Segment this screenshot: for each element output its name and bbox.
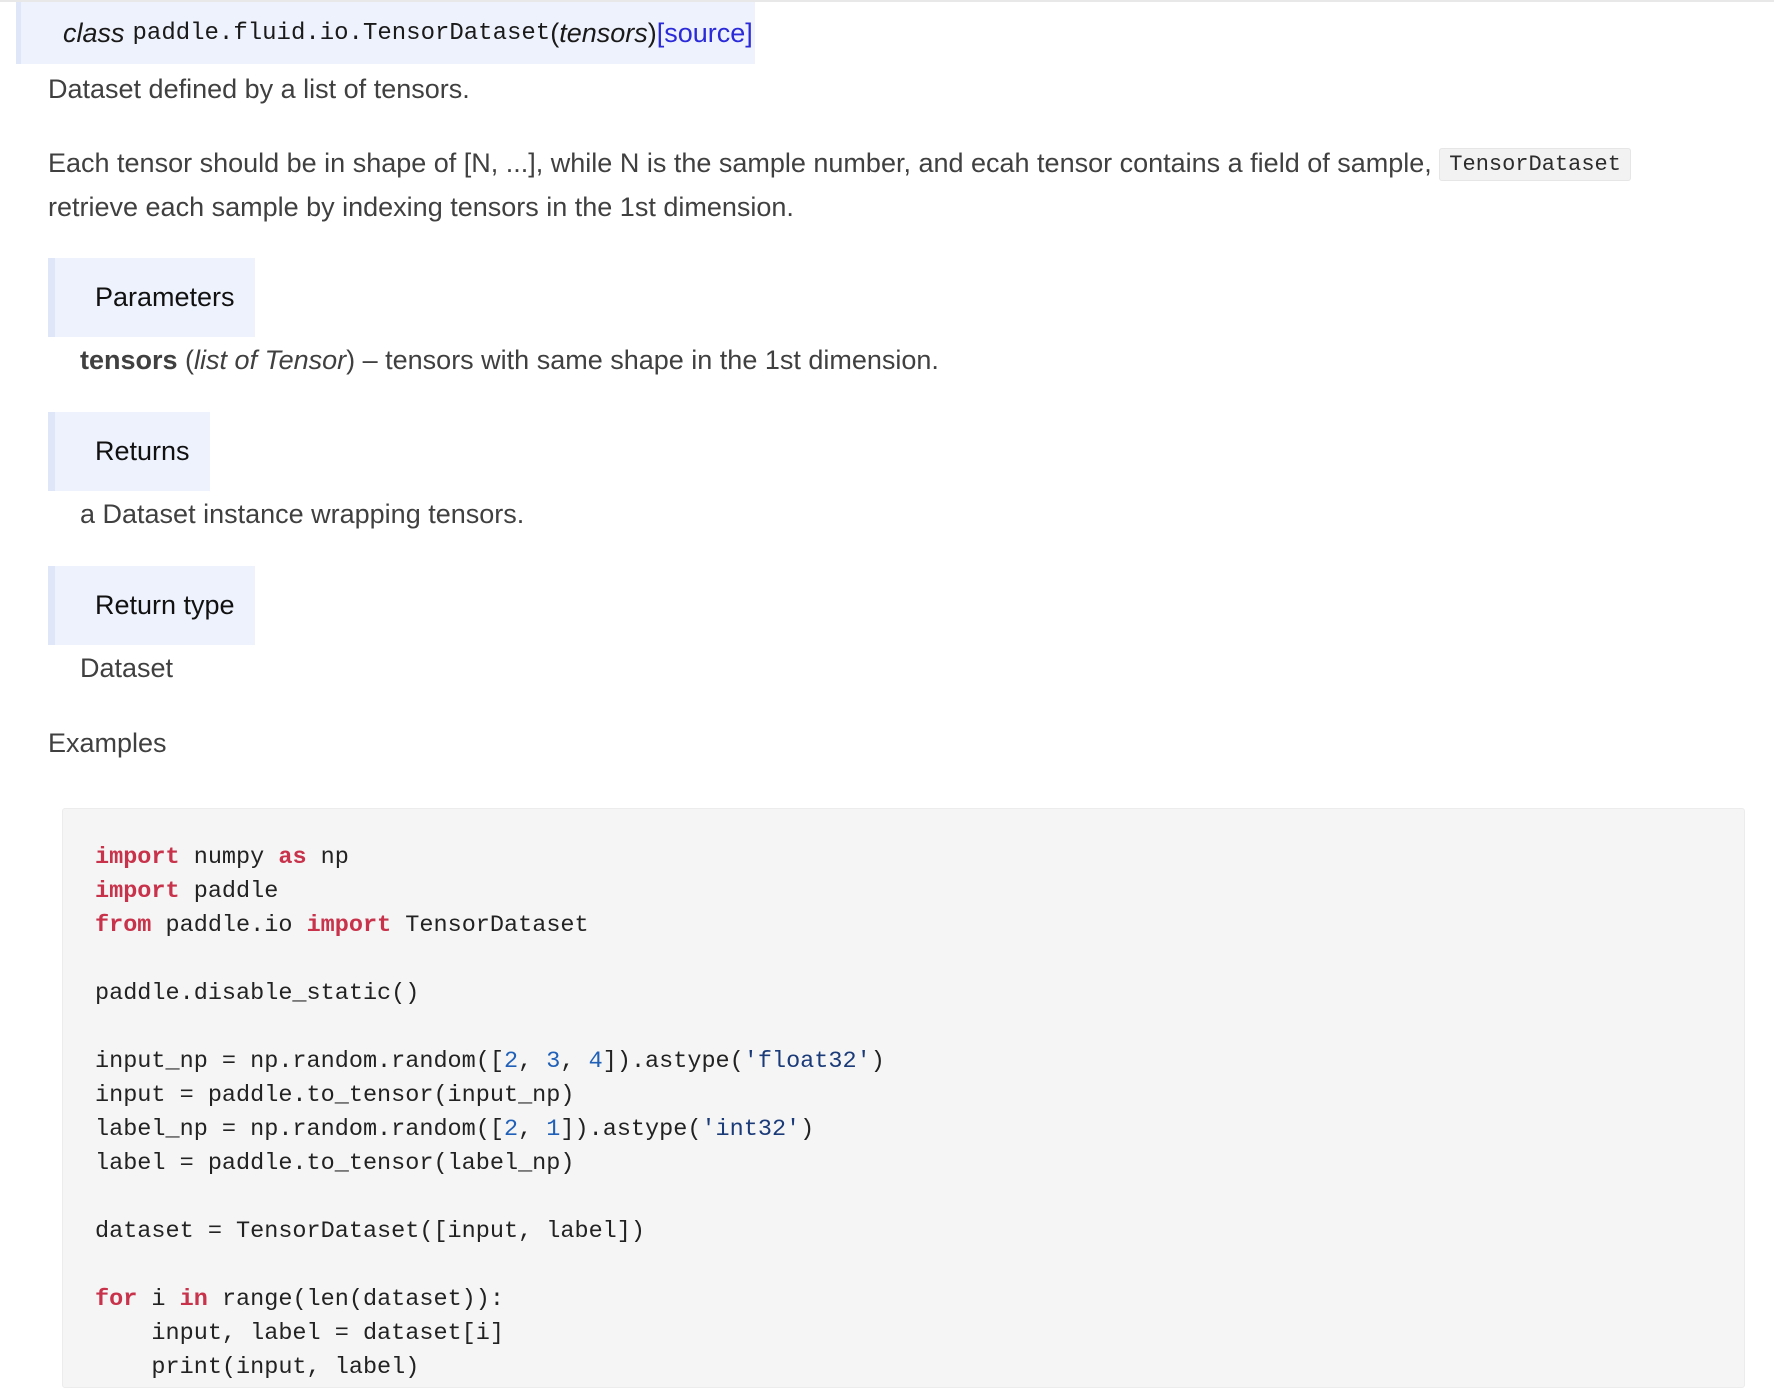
class-signature: class paddle.fluid.io.TensorDataset ( te… <box>16 2 755 64</box>
code-token: ) <box>800 1116 815 1143</box>
code-token: paddle.disable_static() <box>95 980 420 1007</box>
code-token: 3 <box>546 1048 561 1075</box>
code-token: 2 <box>503 1116 519 1143</box>
code-token: 2 <box>503 1048 519 1075</box>
code-token: 1 <box>546 1116 561 1143</box>
returns-heading: Returns <box>48 412 210 491</box>
code-token: , <box>518 1116 547 1143</box>
code-token: for <box>95 1286 138 1313</box>
code-token: ]).astype( <box>560 1116 702 1143</box>
signature-open-paren: ( <box>550 17 560 48</box>
code-line: dataset = TensorDataset([input, label]) <box>95 1218 645 1245</box>
code-token: import <box>306 912 392 939</box>
code-token: from <box>95 912 152 939</box>
examples-heading: Examples <box>48 728 167 758</box>
code-token: 4 <box>588 1048 603 1075</box>
code-line: for i in range(len(dataset)): <box>95 1286 504 1313</box>
parameter-type: list of Tensor <box>194 345 347 375</box>
code-token: i <box>137 1286 180 1313</box>
code-line: paddle.disable_static() <box>95 980 419 1007</box>
code-token: paddle.io <box>151 912 307 939</box>
source-link[interactable]: [source] <box>657 18 753 49</box>
code-token: range(len(dataset)): <box>207 1286 504 1313</box>
code-line: input, label = dataset[i] <box>95 1320 504 1347</box>
code-line: label = paddle.to_tensor(label_np) <box>95 1150 574 1177</box>
code-token: TensorDataset <box>391 912 589 939</box>
code-token: np <box>306 844 349 871</box>
parameter-type-close: ) <box>346 345 356 375</box>
code-token: , <box>560 1048 589 1075</box>
signature-keyword: class <box>63 17 125 48</box>
code-token: input_np = np.random.random([ <box>95 1048 504 1075</box>
code-token: label = paddle.to_tensor(label_np) <box>95 1150 575 1177</box>
parameter-name: tensors <box>80 345 178 375</box>
code-token: input = paddle.to_tensor(input_np) <box>95 1082 575 1109</box>
code-line: import paddle <box>95 878 278 905</box>
code-example-text[interactable]: import numpy as np import paddle from pa… <box>95 841 885 1385</box>
code-line: from paddle.io import TensorDataset <box>95 912 589 939</box>
code-token: ) <box>870 1048 885 1075</box>
code-token: label_np = np.random.random([ <box>95 1116 504 1143</box>
code-token: 'float32' <box>743 1048 871 1075</box>
signature-close-paren: ) <box>647 17 657 48</box>
code-token: input, label = dataset[i] <box>95 1320 504 1347</box>
inline-code-tensordataset: TensorDataset <box>1439 148 1631 181</box>
code-line: label_np = np.random.random([2, 1]).asty… <box>95 1116 814 1143</box>
returns-description: a Dataset instance wrapping tensors. <box>80 499 525 529</box>
detail-paragraph-line1: Each tensor should be in shape of [N, ..… <box>48 141 1631 189</box>
return-type-heading: Return type <box>48 566 255 645</box>
parameter-type-open: ( <box>177 345 195 375</box>
code-token: 'int32' <box>701 1116 801 1143</box>
detail-text: Each tensor should be in shape of [N, ..… <box>48 148 1432 178</box>
code-token: import <box>95 844 180 871</box>
code-line: input = paddle.to_tensor(input_np) <box>95 1082 574 1109</box>
signature-argument: tensors <box>559 17 648 48</box>
code-line: input_np = np.random.random([2, 3, 4]).a… <box>95 1048 885 1075</box>
code-token: as <box>278 844 307 871</box>
summary-text: Dataset defined by a list of tensors. <box>48 74 470 104</box>
signature-module-path: paddle.fluid.io.TensorDataset <box>132 19 551 47</box>
return-type-value: Dataset <box>80 653 174 683</box>
parameters-heading: Parameters <box>48 258 255 337</box>
code-line: print(input, label) <box>95 1354 419 1381</box>
detail-paragraph-line2: retrieve each sample by indexing tensors… <box>48 192 794 222</box>
code-token: in <box>179 1286 208 1313</box>
parameter-description: – tensors with same shape in the 1st dim… <box>355 345 939 375</box>
code-token: import <box>95 878 180 905</box>
code-token: paddle <box>179 878 279 905</box>
code-example-block[interactable]: import numpy as np import paddle from pa… <box>62 808 1745 1388</box>
code-line: import numpy as np <box>95 844 349 871</box>
code-token: , <box>518 1048 547 1075</box>
code-token: ]).astype( <box>602 1048 744 1075</box>
code-token: numpy <box>179 844 279 871</box>
code-token: print(input, label) <box>95 1354 420 1381</box>
parameter-item: tensors (list of Tensor) – tensors with … <box>80 340 939 380</box>
code-token: dataset = TensorDataset([input, label]) <box>95 1218 645 1245</box>
